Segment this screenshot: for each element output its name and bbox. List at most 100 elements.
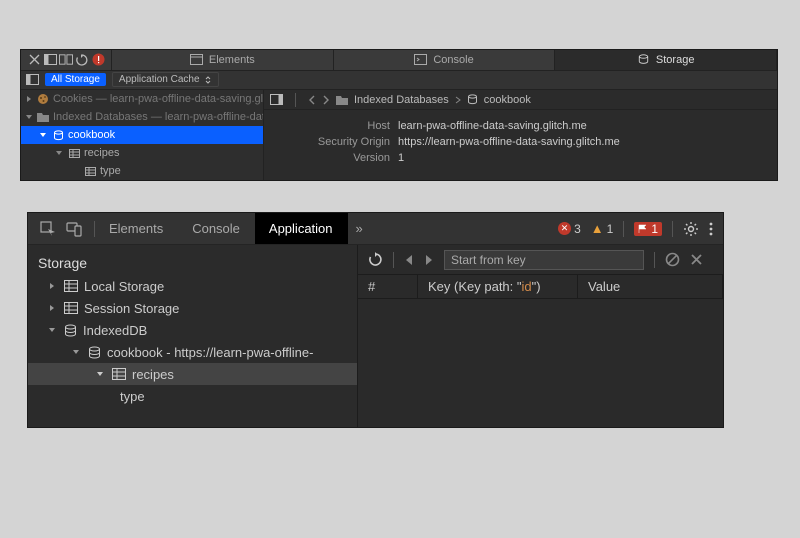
tab-storage[interactable]: Storage	[555, 50, 777, 70]
clear-icon[interactable]	[665, 252, 680, 267]
chevron-down-icon	[48, 326, 58, 334]
storage-icon	[64, 302, 78, 314]
start-key-input[interactable]: Start from key	[444, 250, 644, 270]
warning-icon: ▲	[591, 221, 604, 236]
detail-toggle-icon[interactable]	[270, 94, 283, 105]
tree-label: Cookies — learn-pwa-offline-data-saving.…	[53, 93, 263, 105]
chevron-right-icon	[48, 304, 58, 312]
tree-indexeddb[interactable]: IndexedDB	[28, 319, 357, 341]
tree-session-storage[interactable]: Session Storage	[28, 297, 357, 319]
close-icon[interactable]	[690, 253, 703, 266]
tree-label: recipes	[84, 147, 119, 159]
kebab-menu-icon[interactable]	[709, 221, 713, 237]
refresh-icon[interactable]	[368, 252, 383, 267]
separator-icon	[623, 221, 624, 237]
chrome-tab-bar: Elements Console Application » ✕ 3 ▲ 1 1	[28, 213, 723, 245]
error-icon: ✕	[558, 222, 571, 235]
sidebar-toggle-icon[interactable]	[25, 73, 39, 87]
separator-icon	[393, 252, 394, 268]
tab-storage-label: Storage	[656, 54, 695, 66]
tab-label: Console	[192, 221, 240, 236]
tree-recipes[interactable]: recipes	[28, 363, 357, 385]
origin-value: https://learn-pwa-offline-data-saving.gl…	[398, 136, 761, 148]
page-back-icon[interactable]	[404, 254, 414, 266]
origin-key: Security Origin	[280, 136, 390, 148]
chrome-body: Storage Local Storage Session Storage In…	[28, 245, 723, 427]
database-icon	[88, 346, 101, 359]
col-value[interactable]: Value	[578, 275, 723, 298]
col-key[interactable]: Key (Key path: "id")	[418, 275, 578, 298]
tab-application[interactable]: Application	[255, 213, 348, 244]
tree-label: type	[120, 389, 145, 404]
col-index[interactable]: #	[358, 275, 418, 298]
tab-console-label: Console	[433, 54, 473, 66]
tree-type[interactable]: type	[21, 162, 263, 180]
nav-forward-icon[interactable]	[322, 95, 330, 105]
col-key-id: id	[522, 279, 532, 294]
error-count-value: 3	[574, 222, 581, 236]
issues-count[interactable]: 1	[634, 222, 662, 236]
app-cache-segment[interactable]: Application Cache	[112, 72, 219, 87]
tree-label: IndexedDB	[83, 323, 147, 338]
safari-sidebar: Cookies — learn-pwa-offline-data-saving.…	[21, 90, 264, 180]
tree-cookbook[interactable]: cookbook - https://learn-pwa-offline-	[28, 341, 357, 363]
separator-icon	[654, 252, 655, 268]
tab-more-label: »	[356, 221, 363, 236]
warning-count[interactable]: ▲ 1	[591, 221, 614, 236]
safari-inspector: Elements Console Storage All Storage App…	[20, 49, 778, 181]
chevron-up-down-icon	[204, 76, 212, 84]
chevron-right-icon	[455, 96, 461, 104]
tree-recipes[interactable]: recipes	[21, 144, 263, 162]
inspect-element-icon[interactable]	[40, 221, 56, 237]
warning-count-value: 1	[607, 222, 614, 236]
tree-label: cookbook - https://learn-pwa-offline-	[107, 345, 313, 360]
dock-side-icon[interactable]	[43, 53, 57, 67]
tab-label: Elements	[109, 221, 163, 236]
error-count[interactable]: ✕ 3	[558, 222, 581, 236]
folder-icon	[336, 95, 348, 105]
issues-count-value: 1	[651, 222, 658, 236]
gear-icon[interactable]	[683, 221, 699, 237]
tree-cookies[interactable]: Cookies — learn-pwa-offline-data-saving.…	[21, 90, 263, 108]
tree-cookbook[interactable]: cookbook	[21, 126, 263, 144]
inspect-icons	[28, 213, 94, 244]
tab-more[interactable]: »	[348, 213, 372, 244]
tab-console[interactable]: Console	[334, 50, 556, 70]
crumb-db-name[interactable]: cookbook	[484, 94, 531, 106]
columns-icon[interactable]	[59, 53, 73, 67]
all-storage-pill[interactable]: All Storage	[45, 73, 106, 86]
page-forward-icon[interactable]	[424, 254, 434, 266]
version-value: 1	[398, 152, 761, 164]
chevron-down-icon	[96, 370, 106, 378]
chevron-down-icon	[25, 113, 33, 121]
crumb-db-label[interactable]: Indexed Databases	[354, 94, 449, 106]
chevron-down-icon	[72, 348, 82, 356]
close-icon[interactable]	[27, 53, 41, 67]
chevron-down-icon	[55, 149, 65, 157]
chrome-sidebar: Storage Local Storage Session Storage In…	[28, 245, 358, 427]
table-icon	[69, 149, 80, 158]
tree-indexed-db-group[interactable]: Indexed Databases — learn-pwa-offline-da…	[21, 108, 263, 126]
cookie-icon	[37, 93, 49, 105]
device-toggle-icon[interactable]	[66, 221, 82, 237]
tree-type[interactable]: type	[28, 385, 357, 407]
table-header: # Key (Key path: "id") Value	[358, 275, 723, 299]
chrome-devtools: Elements Console Application » ✕ 3 ▲ 1 1	[27, 212, 724, 428]
safari-filter-row: All Storage Application Cache	[21, 71, 777, 90]
tab-elements-label: Elements	[209, 54, 255, 66]
tree-local-storage[interactable]: Local Storage	[28, 275, 357, 297]
object-store-toolbar: Start from key	[358, 245, 723, 275]
nav-back-icon[interactable]	[308, 95, 316, 105]
col-key-prefix: Key (Key path: "	[428, 279, 522, 294]
safari-window-controls	[21, 50, 112, 70]
chevron-right-icon	[48, 282, 58, 290]
database-icon	[467, 94, 478, 105]
error-badge-icon[interactable]	[91, 53, 105, 67]
tab-elements[interactable]: Elements	[112, 50, 334, 70]
tab-elements[interactable]: Elements	[95, 213, 178, 244]
safari-body: Cookies — learn-pwa-offline-data-saving.…	[21, 90, 777, 180]
database-icon	[53, 130, 64, 141]
tab-console[interactable]: Console	[178, 213, 255, 244]
flag-icon	[638, 224, 648, 234]
reload-icon[interactable]	[75, 53, 89, 67]
